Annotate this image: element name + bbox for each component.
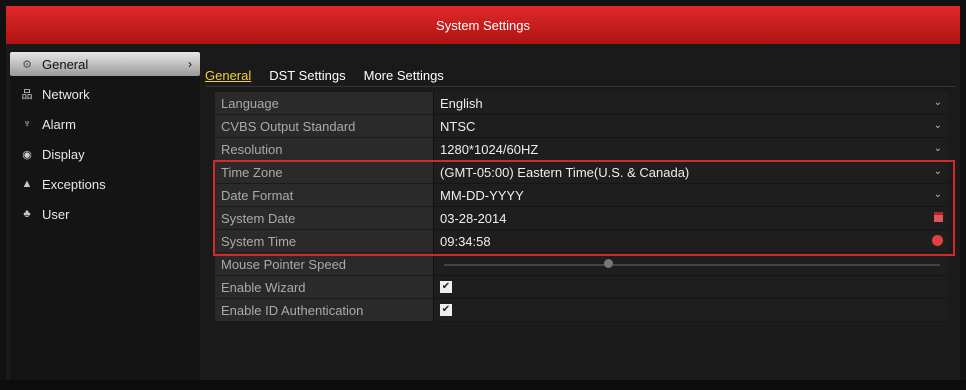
- settings-table: Language English ⌄ CVBS Output Standard …: [215, 92, 948, 322]
- chevron-down-icon: ⌄: [933, 143, 942, 154]
- sidebar: ⚙ General › 品 Network ♆ Alarm ◉ Display …: [10, 50, 200, 380]
- clock-icon[interactable]: [932, 235, 943, 246]
- users-icon: ♣: [23, 208, 31, 220]
- alarm-icon: ♆: [22, 118, 32, 130]
- sidebar-item-user[interactable]: ♣ User: [10, 202, 200, 226]
- id-auth-label: Enable ID Authentication: [215, 299, 433, 322]
- sidebar-item-general[interactable]: ⚙ General ›: [10, 52, 200, 76]
- id-auth-checkbox[interactable]: ✔: [440, 304, 452, 316]
- eye-icon: ◉: [22, 148, 32, 161]
- system-date-label: System Date: [215, 207, 433, 230]
- system-date-field[interactable]: 03-28-2014: [433, 207, 948, 230]
- cvbs-row: CVBS Output Standard NTSC ⌄: [215, 115, 948, 138]
- sidebar-item-label: Network: [42, 86, 90, 102]
- window-title-bar: System Settings: [6, 6, 960, 45]
- sidebar-item-label: User: [42, 206, 70, 222]
- wizard-row: Enable Wizard ✔: [215, 276, 948, 299]
- mouse-speed-label: Mouse Pointer Speed: [215, 253, 433, 276]
- sidebar-item-label: Display: [42, 146, 85, 162]
- system-date-row: System Date 03-28-2014: [215, 207, 948, 230]
- tab-divider: [205, 86, 956, 87]
- system-time-label: System Time: [215, 230, 433, 253]
- tab-more-settings[interactable]: More Settings: [364, 68, 444, 83]
- wizard-checkbox[interactable]: ✔: [440, 281, 452, 293]
- wizard-label: Enable Wizard: [215, 276, 433, 299]
- chevron-down-icon: ⌄: [933, 120, 942, 131]
- system-time-row: System Time 09:34:58: [215, 230, 948, 253]
- id-auth-row: Enable ID Authentication ✔: [215, 299, 948, 322]
- chevron-right-icon: ›: [188, 57, 192, 71]
- language-label: Language: [215, 92, 433, 115]
- mouse-speed-row: Mouse Pointer Speed: [215, 253, 948, 276]
- date-format-select[interactable]: MM-DD-YYYY ⌄: [433, 184, 948, 207]
- sidebar-item-display[interactable]: ◉ Display: [10, 142, 200, 166]
- cvbs-select[interactable]: NTSC ⌄: [433, 115, 948, 138]
- tab-bar: General DST Settings More Settings: [205, 64, 462, 86]
- sidebar-item-label: Alarm: [42, 116, 76, 132]
- network-icon: 品: [21, 89, 33, 101]
- mouse-speed-slider-cell: [433, 253, 948, 276]
- cvbs-label: CVBS Output Standard: [215, 115, 433, 138]
- gear-icon: ⚙: [22, 58, 32, 71]
- date-format-row: Date Format MM-DD-YYYY ⌄: [215, 184, 948, 207]
- bottom-band: [0, 380, 966, 390]
- time-zone-row: Time Zone (GMT-05:00) Eastern Time(U.S. …: [215, 161, 948, 184]
- time-zone-select[interactable]: (GMT-05:00) Eastern Time(U.S. & Canada) …: [433, 161, 948, 184]
- sidebar-item-label: Exceptions: [42, 176, 106, 192]
- tab-dst-settings[interactable]: DST Settings: [269, 68, 345, 83]
- chevron-down-icon: ⌄: [933, 166, 942, 177]
- resolution-row: Resolution 1280*1024/60HZ ⌄: [215, 138, 948, 161]
- calendar-icon[interactable]: [934, 212, 943, 222]
- sidebar-item-network[interactable]: 品 Network: [10, 82, 200, 106]
- resolution-select[interactable]: 1280*1024/60HZ ⌄: [433, 138, 948, 161]
- window-title: System Settings: [436, 17, 530, 33]
- language-select[interactable]: English ⌄: [433, 92, 948, 115]
- sidebar-item-exceptions[interactable]: ▲ Exceptions: [10, 172, 200, 196]
- main-content: General DST Settings More Settings Langu…: [205, 60, 956, 382]
- system-time-field[interactable]: 09:34:58: [433, 230, 948, 253]
- date-format-label: Date Format: [215, 184, 433, 207]
- warning-icon: ▲: [21, 178, 33, 190]
- sidebar-item-label: General: [42, 56, 89, 72]
- resolution-label: Resolution: [215, 138, 433, 161]
- time-zone-label: Time Zone: [215, 161, 433, 184]
- id-auth-cell: ✔: [433, 299, 948, 322]
- slider-handle[interactable]: [604, 259, 613, 268]
- sidebar-item-alarm[interactable]: ♆ Alarm: [10, 112, 200, 136]
- wizard-cell: ✔: [433, 276, 948, 299]
- chevron-down-icon: ⌄: [933, 189, 942, 200]
- chevron-down-icon: ⌄: [933, 97, 942, 108]
- mouse-speed-slider[interactable]: [444, 259, 940, 268]
- language-row: Language English ⌄: [215, 92, 948, 115]
- tab-general[interactable]: General: [205, 68, 251, 83]
